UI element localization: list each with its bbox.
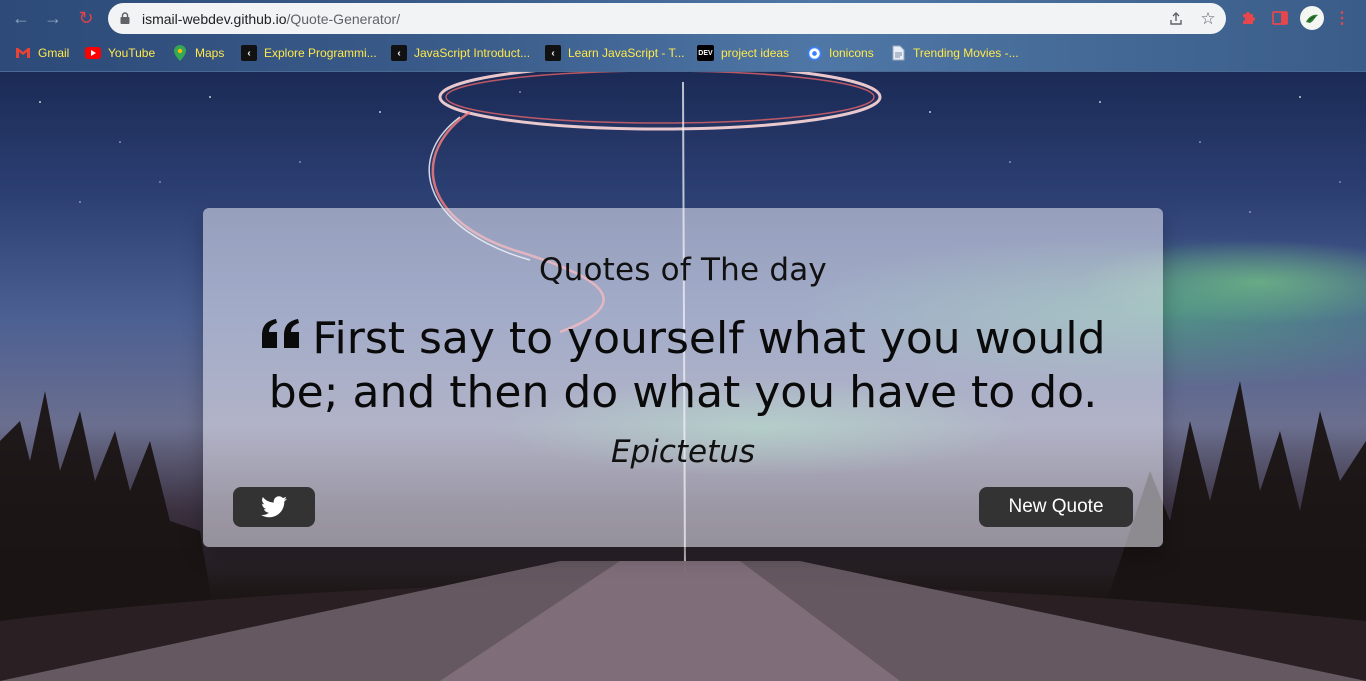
bookmark-gmail[interactable]: Gmail — [15, 42, 69, 64]
bookmark-maps[interactable]: Maps — [172, 42, 224, 64]
bookmark-ionicons[interactable]: Ionicons — [806, 42, 874, 64]
profile-avatar[interactable] — [1300, 6, 1324, 30]
quote-card: Quotes of The day First say to yourself … — [203, 208, 1163, 547]
bookmark-javascript-intro[interactable]: ‹ JavaScript Introduct... — [391, 42, 530, 64]
codecademy-icon: ‹ — [391, 45, 407, 61]
bookmark-trending-movies[interactable]: Trending Movies -... — [890, 42, 1019, 64]
twitter-icon — [261, 496, 287, 518]
bookmark-label: YouTube — [108, 46, 156, 60]
url-text: ismail-webdev.github.io/Quote-Generator/ — [142, 11, 400, 27]
bookmark-label: project ideas — [721, 46, 790, 60]
gmail-icon — [15, 45, 31, 61]
maps-icon — [172, 45, 188, 61]
bookmark-label: Trending Movies -... — [913, 46, 1019, 60]
forward-arrow-icon[interactable]: → — [41, 6, 65, 30]
card-title: Quotes of The day — [539, 252, 827, 288]
address-bar[interactable]: ismail-webdev.github.io/Quote-Generator/… — [108, 3, 1226, 34]
bookmark-label: Ionicons — [829, 46, 874, 60]
bookmark-youtube[interactable]: YouTube — [85, 42, 155, 64]
reload-icon[interactable]: ↻ — [74, 6, 98, 30]
quote-text-container: First say to yourself what you would be;… — [243, 312, 1123, 420]
bookmark-label: Learn JavaScript - T... — [568, 46, 685, 60]
bookmarks-bar: Gmail YouTube Maps ‹ Explore Programmi..… — [0, 42, 1366, 64]
dev-icon: DEV — [697, 45, 714, 61]
road-decoration — [0, 561, 1366, 681]
bookmark-explore-programming[interactable]: ‹ Explore Programmi... — [241, 42, 377, 64]
quote-text: First say to yourself what you would be;… — [268, 313, 1106, 418]
lock-icon — [120, 12, 130, 24]
document-icon — [890, 45, 906, 61]
codecademy-icon: ‹ — [241, 45, 257, 61]
new-quote-button[interactable]: New Quote — [979, 487, 1133, 527]
share-icon[interactable] — [1166, 9, 1186, 29]
bookmark-learn-javascript[interactable]: ‹ Learn JavaScript - T... — [545, 42, 685, 64]
ionicons-icon — [806, 45, 822, 61]
url-path: /Quote-Generator/ — [286, 11, 401, 27]
browser-menu-icon[interactable]: ⋮ — [1334, 7, 1350, 29]
browser-toolbar: ← → ↻ ismail-webdev.github.io/Quote-Gene… — [0, 0, 1366, 36]
codecademy-icon: ‹ — [545, 45, 561, 61]
youtube-icon — [85, 45, 101, 61]
side-panel-icon[interactable] — [1270, 7, 1290, 29]
bookmark-label: Explore Programmi... — [264, 46, 377, 60]
quote-author: Epictetus — [610, 434, 756, 470]
bookmark-label: Gmail — [38, 46, 70, 60]
url-host: ismail-webdev.github.io — [142, 11, 287, 27]
bookmark-project-ideas[interactable]: DEV project ideas — [697, 42, 789, 64]
bookmark-label: JavaScript Introduct... — [414, 46, 531, 60]
quote-left-icon — [262, 319, 300, 348]
bookmark-label: Maps — [195, 46, 225, 60]
back-arrow-icon[interactable]: ← — [9, 6, 33, 30]
extensions-puzzle-icon[interactable] — [1238, 7, 1258, 29]
tweet-quote-button[interactable] — [233, 487, 315, 527]
browser-chrome: ← → ↻ ismail-webdev.github.io/Quote-Gene… — [0, 0, 1366, 72]
bookmark-star-icon[interactable]: ☆ — [1198, 9, 1218, 29]
